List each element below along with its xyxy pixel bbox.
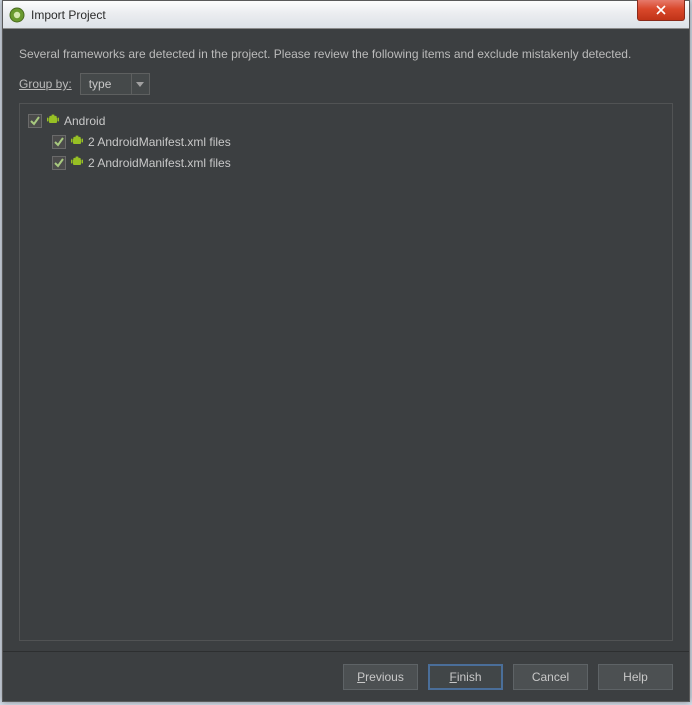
dialog-window: Import Project Several frameworks are de… [2, 0, 690, 702]
tree-root-label: Android [64, 114, 105, 128]
btn-rest: revious [365, 670, 404, 684]
tree-child-label: 2 AndroidManifest.xml files [88, 135, 231, 149]
button-bar: Previous Finish Cancel Help [3, 651, 689, 701]
group-by-value: type [81, 74, 131, 94]
titlebar[interactable]: Import Project [3, 1, 689, 29]
checkbox[interactable] [52, 135, 66, 149]
android-icon [46, 112, 60, 129]
tree-root-row[interactable]: Android [24, 110, 668, 131]
checkbox[interactable] [28, 114, 42, 128]
app-icon [9, 7, 25, 23]
tree-child-row[interactable]: 2 AndroidManifest.xml files [24, 152, 668, 173]
tree-child-row[interactable]: 2 AndroidManifest.xml files [24, 131, 668, 152]
finish-button[interactable]: Finish [428, 664, 503, 690]
btn-rest: inish [457, 670, 482, 684]
description-text: Several frameworks are detected in the p… [19, 45, 673, 63]
help-button[interactable]: Help [598, 664, 673, 690]
android-icon [70, 154, 84, 171]
checkbox[interactable] [52, 156, 66, 170]
dialog-content: Several frameworks are detected in the p… [3, 29, 689, 651]
close-button[interactable] [637, 0, 685, 21]
chevron-down-icon [131, 74, 149, 94]
group-by-label: Group by: [19, 77, 72, 91]
group-by-combo[interactable]: type [80, 73, 150, 95]
tree-child-label: 2 AndroidManifest.xml files [88, 156, 231, 170]
frameworks-tree[interactable]: Android 2 AndroidManifest.xml [19, 103, 673, 641]
cancel-button[interactable]: Cancel [513, 664, 588, 690]
android-icon [70, 133, 84, 150]
window-title: Import Project [31, 8, 106, 22]
group-by-row: Group by: type [19, 73, 673, 95]
previous-button[interactable]: Previous [343, 664, 418, 690]
